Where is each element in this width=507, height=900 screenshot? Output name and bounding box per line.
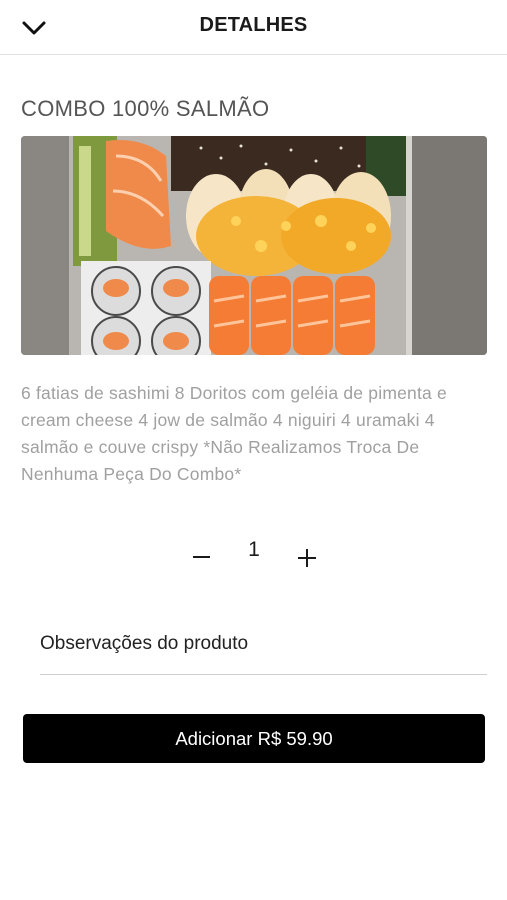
minus-icon[interactable] [188,535,214,575]
product-name: COMBO 100% SALMÃO [21,96,270,121]
add-to-cart-button[interactable]: Adicionar R$ 59.90 [23,714,485,763]
product-image [21,136,487,355]
quantity-stepper: 1 [0,535,507,575]
observations-field[interactable]: Observações do produto [40,622,487,675]
plus-icon[interactable] [294,535,320,575]
product-description: 6 fatias de sashimi 8 Doritos com geléia… [21,383,447,484]
observations-label: Observações do produto [40,633,249,654]
quantity-value: 1 [248,538,260,561]
header: DETALHES [0,0,507,55]
product-details-screen: DETALHES COMBO 100% SALMÃO 6 fatias de s… [0,0,507,900]
page-title: DETALHES [199,14,308,36]
